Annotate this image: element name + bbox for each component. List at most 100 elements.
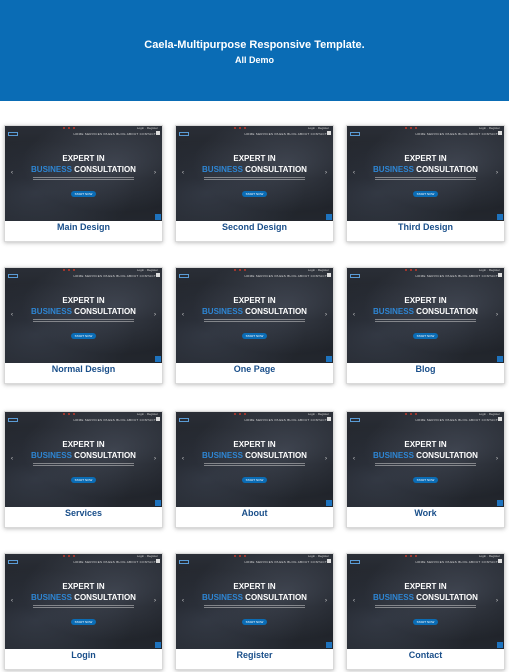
preview-logo	[179, 560, 189, 564]
demo-label[interactable]: Work	[347, 508, 504, 518]
chevron-left-icon: ‹	[182, 456, 184, 462]
preview-logo	[179, 418, 189, 422]
preview-body-text-lines	[204, 177, 305, 181]
chevron-right-icon: ›	[154, 312, 156, 318]
preview-cta-button: START NOW	[242, 191, 267, 197]
chevron-left-icon: ‹	[11, 170, 13, 176]
demo-preview-image: Login · Register HOME SERVICES PAGES BLO…	[5, 126, 162, 221]
preview-cta-button: START NOW	[413, 619, 438, 625]
cart-icon	[498, 559, 502, 563]
back-to-top-icon	[326, 214, 332, 220]
chevron-left-icon: ‹	[182, 170, 184, 176]
preview-nav: HOME SERVICES PAGES BLOG ABOUT CONTACT	[415, 560, 498, 564]
demo-preview-image: Login · Register HOME SERVICES PAGES BLO…	[176, 554, 333, 649]
demo-label[interactable]: About	[176, 508, 333, 518]
preview-heading-accent: BUSINESS	[373, 451, 414, 460]
preview-nav: HOME SERVICES PAGES BLOG ABOUT CONTACT	[244, 560, 327, 564]
demo-label[interactable]: Login	[5, 650, 162, 660]
demo-card-work[interactable]: Login · Register HOME SERVICES PAGES BLO…	[346, 411, 505, 528]
chevron-right-icon: ›	[325, 170, 327, 176]
demo-card-about[interactable]: Login · Register HOME SERVICES PAGES BLO…	[175, 411, 334, 528]
preview-heading-line2: CONSULTATION	[416, 165, 478, 174]
chevron-left-icon: ‹	[11, 598, 13, 604]
preview-heading-line2: CONSULTATION	[245, 307, 307, 316]
preview-logo	[8, 560, 18, 564]
demo-label[interactable]: Services	[5, 508, 162, 518]
demo-label[interactable]: Second Design	[176, 222, 333, 232]
preview-login-text: Login · Register	[307, 412, 329, 416]
preview-heading-line2: CONSULTATION	[74, 307, 136, 316]
demo-label[interactable]: Main Design	[5, 222, 162, 232]
preview-body-text-lines	[204, 319, 305, 323]
preview-body-text-lines	[375, 319, 476, 323]
preview-nav: HOME SERVICES PAGES BLOG ABOUT CONTACT	[415, 132, 498, 136]
preview-body-text-lines	[375, 463, 476, 467]
preview-heading-accent: BUSINESS	[202, 165, 243, 174]
preview-heading-line2: CONSULTATION	[74, 593, 136, 602]
preview-body-text-lines	[33, 319, 134, 323]
demo-label[interactable]: Register	[176, 650, 333, 660]
demo-label[interactable]: Contact	[347, 650, 504, 660]
preview-heading-line1: EXPERT IN	[62, 296, 105, 305]
preview-heading-line1: EXPERT IN	[62, 154, 105, 163]
preview-logo	[350, 132, 360, 136]
preview-body-text-lines	[33, 463, 134, 467]
demo-card-register[interactable]: Login · Register HOME SERVICES PAGES BLO…	[175, 553, 334, 670]
chevron-left-icon: ‹	[182, 312, 184, 318]
chevron-left-icon: ‹	[11, 456, 13, 462]
preview-nav: HOME SERVICES PAGES BLOG ABOUT CONTACT	[415, 418, 498, 422]
preview-heading-line1: EXPERT IN	[404, 296, 447, 305]
cart-icon	[498, 131, 502, 135]
preview-nav: HOME SERVICES PAGES BLOG ABOUT CONTACT	[73, 560, 156, 564]
preview-body-text-lines	[33, 177, 134, 181]
preview-nav: HOME SERVICES PAGES BLOG ABOUT CONTACT	[73, 418, 156, 422]
preview-logo	[179, 274, 189, 278]
preview-login-text: Login · Register	[307, 554, 329, 558]
demo-label[interactable]: Third Design	[347, 222, 504, 232]
preview-heading-accent: BUSINESS	[202, 451, 243, 460]
demo-preview-image: Login · Register HOME SERVICES PAGES BLO…	[5, 412, 162, 507]
preview-heading-line1: EXPERT IN	[62, 582, 105, 591]
demo-card-contact[interactable]: Login · Register HOME SERVICES PAGES BLO…	[346, 553, 505, 670]
preview-heading-line2: CONSULTATION	[245, 451, 307, 460]
preview-heading-line1: EXPERT IN	[233, 582, 276, 591]
preview-heading-accent: BUSINESS	[202, 593, 243, 602]
demo-preview-image: Login · Register HOME SERVICES PAGES BLO…	[5, 554, 162, 649]
preview-body-text-lines	[33, 605, 134, 609]
preview-login-text: Login · Register	[478, 126, 500, 130]
preview-heading-line2: CONSULTATION	[245, 593, 307, 602]
demo-preview-image: Login · Register HOME SERVICES PAGES BLO…	[347, 412, 504, 507]
demo-card-blog[interactable]: Login · Register HOME SERVICES PAGES BLO…	[346, 267, 505, 384]
demo-card-one-page[interactable]: Login · Register HOME SERVICES PAGES BLO…	[175, 267, 334, 384]
demo-card-login[interactable]: Login · Register HOME SERVICES PAGES BLO…	[4, 553, 163, 670]
preview-heading-accent: BUSINESS	[373, 307, 414, 316]
chevron-right-icon: ›	[496, 170, 498, 176]
demo-card-main-design[interactable]: Login · Register HOME SERVICES PAGES BLO…	[4, 125, 163, 242]
preview-heading-line1: EXPERT IN	[233, 154, 276, 163]
chevron-right-icon: ›	[154, 170, 156, 176]
back-to-top-icon	[155, 356, 161, 362]
chevron-left-icon: ‹	[11, 312, 13, 318]
demo-label[interactable]: Normal Design	[5, 364, 162, 374]
preview-body-text-lines	[375, 605, 476, 609]
preview-heading-line1: EXPERT IN	[233, 296, 276, 305]
demo-card-normal-design[interactable]: Login · Register HOME SERVICES PAGES BLO…	[4, 267, 163, 384]
demo-label[interactable]: Blog	[347, 364, 504, 374]
chevron-right-icon: ›	[325, 312, 327, 318]
preview-cta-button: START NOW	[413, 333, 438, 339]
demo-card-second-design[interactable]: Login · Register HOME SERVICES PAGES BLO…	[175, 125, 334, 242]
preview-login-text: Login · Register	[478, 554, 500, 558]
preview-nav: HOME SERVICES PAGES BLOG ABOUT CONTACT	[244, 132, 327, 136]
preview-body-text-lines	[204, 463, 305, 467]
chevron-right-icon: ›	[496, 456, 498, 462]
preview-logo	[179, 132, 189, 136]
back-to-top-icon	[155, 214, 161, 220]
preview-heading-accent: BUSINESS	[31, 593, 72, 602]
demo-preview-image: Login · Register HOME SERVICES PAGES BLO…	[176, 268, 333, 363]
preview-heading-line2: CONSULTATION	[74, 451, 136, 460]
preview-nav: HOME SERVICES PAGES BLOG ABOUT CONTACT	[244, 274, 327, 278]
demo-card-services[interactable]: Login · Register HOME SERVICES PAGES BLO…	[4, 411, 163, 528]
demo-card-third-design[interactable]: Login · Register HOME SERVICES PAGES BLO…	[346, 125, 505, 242]
demo-label[interactable]: One Page	[176, 364, 333, 374]
chevron-right-icon: ›	[154, 598, 156, 604]
